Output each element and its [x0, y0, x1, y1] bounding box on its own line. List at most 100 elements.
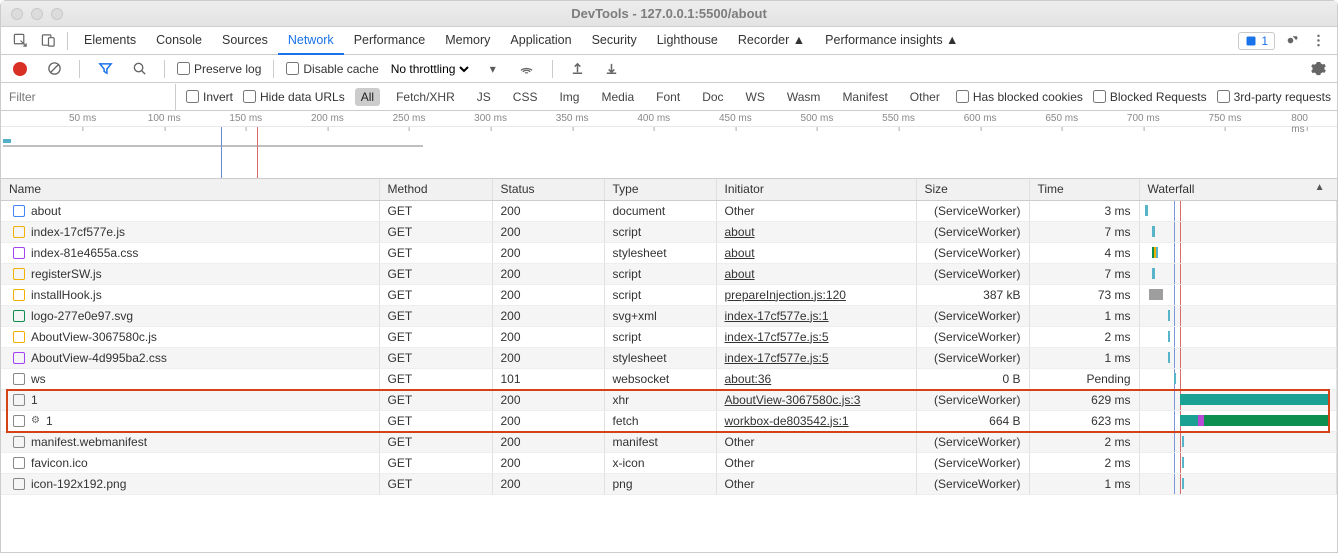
network-conditions-icon[interactable]: [514, 57, 540, 81]
tick: 350 ms: [556, 113, 589, 124]
network-settings-icon[interactable]: [1305, 57, 1331, 81]
initiator-link[interactable]: prepareInjection.js:120: [725, 288, 846, 302]
network-toolbar: Preserve log Disable cache No throttling…: [1, 55, 1337, 83]
tab-recorder-[interactable]: Recorder ▲: [728, 26, 815, 54]
table-row[interactable]: index-17cf577e.jsGET200scriptabout(Servi…: [1, 221, 1337, 242]
filter-toggle-icon[interactable]: [92, 57, 118, 81]
table-row[interactable]: logo-277e0e97.svgGET200svg+xmlindex-17cf…: [1, 305, 1337, 326]
close-dot[interactable]: [11, 8, 23, 20]
table-row[interactable]: manifest.webmanifestGET200manifestOther(…: [1, 431, 1337, 452]
col-time[interactable]: Time: [1029, 179, 1139, 200]
table-row[interactable]: AboutView-4d995ba2.cssGET200stylesheetin…: [1, 347, 1337, 368]
type-manifest[interactable]: Manifest: [836, 88, 893, 106]
blocked-cookies-checkbox[interactable]: Has blocked cookies: [956, 90, 1083, 104]
tab-console[interactable]: Console: [146, 26, 212, 54]
none-file-icon: [13, 436, 25, 448]
filter-input[interactable]: [1, 84, 176, 110]
table-row[interactable]: installHook.jsGET200scriptprepareInjecti…: [1, 284, 1337, 305]
type-ws[interactable]: WS: [740, 88, 771, 106]
record-button[interactable]: [7, 57, 33, 81]
initiator-link[interactable]: about:36: [725, 372, 772, 386]
tab-security[interactable]: Security: [582, 26, 647, 54]
col-size[interactable]: Size: [916, 179, 1029, 200]
request-name: installHook.js: [31, 288, 102, 302]
table-row[interactable]: favicon.icoGET200x-iconOther(ServiceWork…: [1, 452, 1337, 473]
type-media[interactable]: Media: [595, 88, 640, 106]
col-method[interactable]: Method: [379, 179, 492, 200]
initiator-link[interactable]: about: [725, 246, 755, 260]
waterfall-bar: [1152, 247, 1158, 258]
initiator-link[interactable]: index-17cf577e.js:5: [725, 330, 829, 344]
throttling-select[interactable]: No throttling: [387, 61, 472, 77]
type-img[interactable]: Img: [553, 88, 585, 106]
request-name: 1: [31, 393, 38, 407]
tab-network[interactable]: Network: [278, 27, 344, 55]
type-wasm[interactable]: Wasm: [781, 88, 827, 106]
type-doc[interactable]: Doc: [696, 88, 729, 106]
table-row[interactable]: AboutView-3067580c.jsGET200scriptindex-1…: [1, 326, 1337, 347]
table-row[interactable]: icon-192x192.pngGET200pngOther(ServiceWo…: [1, 473, 1337, 494]
issues-badge[interactable]: 1: [1238, 32, 1275, 50]
waterfall-bar: [1149, 289, 1163, 300]
initiator-link[interactable]: about: [725, 267, 755, 281]
inspect-icon[interactable]: [7, 29, 33, 53]
col-initiator[interactable]: Initiator: [716, 179, 916, 200]
type-js[interactable]: JS: [471, 88, 497, 106]
invert-checkbox[interactable]: Invert: [186, 90, 233, 104]
hide-data-urls-checkbox[interactable]: Hide data URLs: [243, 90, 345, 104]
third-party-checkbox[interactable]: 3rd-party requests: [1217, 90, 1331, 104]
request-name: index-81e4655a.css: [31, 246, 138, 260]
tick: 400 ms: [637, 113, 670, 124]
type-font[interactable]: Font: [650, 88, 686, 106]
more-icon[interactable]: [1305, 29, 1331, 53]
import-har-icon[interactable]: [565, 57, 591, 81]
type-filters: All Fetch/XHR JS CSS Img Media Font Doc WS Wasm Ma…: [355, 88, 946, 106]
tab-memory[interactable]: Memory: [435, 26, 500, 54]
clear-icon[interactable]: [41, 57, 67, 81]
col-type[interactable]: Type: [604, 179, 716, 200]
table-row[interactable]: registerSW.jsGET200scriptabout(ServiceWo…: [1, 263, 1337, 284]
type-css[interactable]: CSS: [507, 88, 544, 106]
tick: 750 ms: [1209, 113, 1242, 124]
max-dot[interactable]: [51, 8, 63, 20]
initiator-link[interactable]: index-17cf577e.js:1: [725, 309, 829, 323]
none-file-icon: [13, 478, 25, 490]
table-row[interactable]: index-81e4655a.cssGET200stylesheetabout(…: [1, 242, 1337, 263]
table-row[interactable]: 1GET200xhrAboutView-3067580c.js:3(Servic…: [1, 389, 1337, 410]
tab-application[interactable]: Application: [500, 26, 581, 54]
table-row[interactable]: wsGET101websocketabout:360 BPending: [1, 368, 1337, 389]
search-icon[interactable]: [126, 57, 152, 81]
table-row[interactable]: aboutGET200documentOther(ServiceWorker)3…: [1, 200, 1337, 221]
preserve-log-checkbox[interactable]: Preserve log: [177, 62, 261, 76]
tab-lighthouse[interactable]: Lighthouse: [647, 26, 728, 54]
timeline-overview[interactable]: 50 ms100 ms150 ms200 ms250 ms300 ms350 m…: [1, 111, 1337, 179]
initiator-link[interactable]: about: [725, 225, 755, 239]
tick: 700 ms: [1127, 113, 1160, 124]
export-har-icon[interactable]: [599, 57, 625, 81]
request-name: index-17cf577e.js: [31, 225, 125, 239]
settings-icon[interactable]: [1277, 29, 1303, 53]
col-status[interactable]: Status: [492, 179, 604, 200]
filter-bar: Invert Hide data URLs All Fetch/XHR JS CSS I…: [1, 83, 1337, 111]
table-row[interactable]: ⚙1GET200fetchworkbox-de803542.js:1664 B6…: [1, 410, 1337, 431]
type-other[interactable]: Other: [904, 88, 946, 106]
tab-performance[interactable]: Performance: [344, 26, 436, 54]
initiator-link[interactable]: index-17cf577e.js:5: [725, 351, 829, 365]
type-fetch-xhr[interactable]: Fetch/XHR: [390, 88, 461, 106]
initiator-link[interactable]: workbox-de803542.js:1: [725, 414, 849, 428]
tab-sources[interactable]: Sources: [212, 26, 278, 54]
device-toggle-icon[interactable]: [35, 29, 61, 53]
tab-elements[interactable]: Elements: [74, 26, 146, 54]
initiator-link[interactable]: AboutView-3067580c.js:3: [725, 393, 861, 407]
tick: 450 ms: [719, 113, 752, 124]
img-file-icon: [13, 310, 25, 322]
disable-cache-checkbox[interactable]: Disable cache: [286, 62, 378, 76]
blocked-requests-checkbox[interactable]: Blocked Requests: [1093, 90, 1207, 104]
waterfall-bar: [1168, 352, 1170, 363]
tab-performance-insights-[interactable]: Performance insights ▲: [815, 26, 968, 54]
min-dot[interactable]: [31, 8, 43, 20]
col-name[interactable]: Name: [1, 179, 379, 200]
col-waterfall[interactable]: Waterfall▲: [1139, 179, 1337, 200]
type-all[interactable]: All: [355, 88, 380, 106]
throttling-caret-icon[interactable]: ▾: [480, 57, 506, 81]
